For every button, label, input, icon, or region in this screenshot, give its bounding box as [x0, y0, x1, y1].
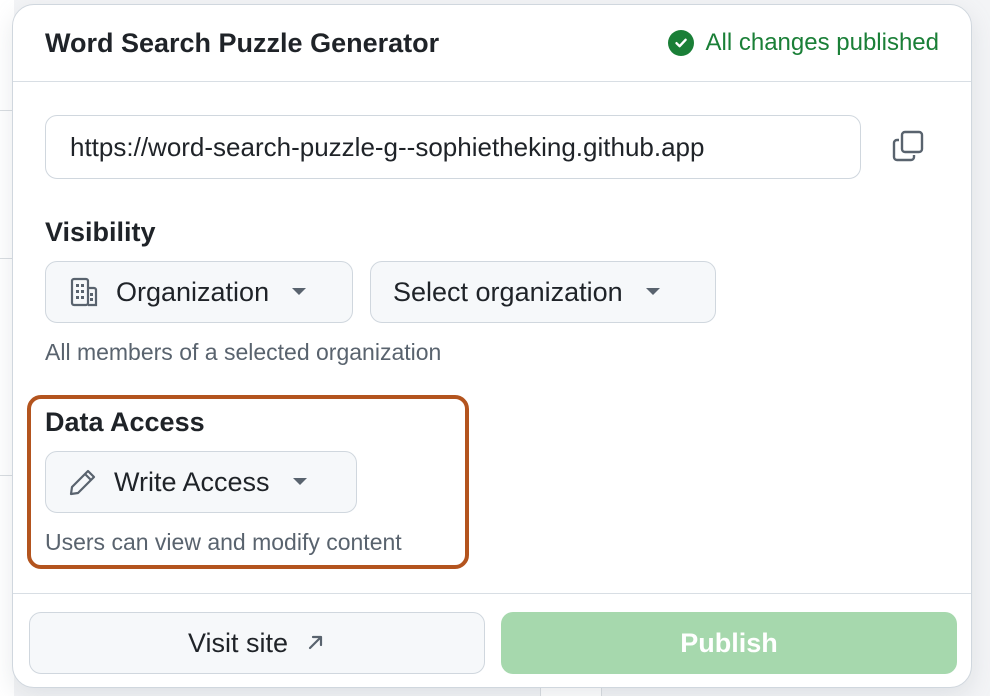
- site-url-field[interactable]: [45, 115, 861, 179]
- visibility-selected: Organization: [116, 276, 270, 307]
- pencil-icon: [68, 467, 98, 497]
- app-title: Word Search Puzzle Generator: [45, 28, 440, 58]
- copy-url-button[interactable]: [883, 125, 933, 171]
- data-access-hint: Users can view and modify content: [45, 529, 402, 555]
- panel-header: Word Search Puzzle Generator All changes…: [13, 5, 971, 82]
- triangle-down-icon: [645, 287, 661, 297]
- publish-button[interactable]: Publish: [501, 612, 957, 674]
- data-access-label: Data Access: [45, 407, 205, 437]
- data-access-selected: Write Access: [114, 466, 270, 497]
- arrow-up-right-icon: [306, 628, 326, 659]
- publish-label: Publish: [680, 627, 778, 658]
- copy-icon: [891, 129, 925, 168]
- organization-icon: [68, 276, 100, 308]
- visibility-label: Visibility: [45, 217, 156, 247]
- visibility-hint: All members of a selected organization: [45, 339, 442, 365]
- publish-status-text: All changes published: [705, 29, 940, 56]
- visit-site-label: Visit site: [187, 627, 289, 658]
- data-access-dropdown[interactable]: Write Access: [45, 451, 357, 513]
- publish-status: All changes published: [667, 29, 940, 57]
- visit-site-button[interactable]: Visit site: [29, 612, 485, 674]
- triangle-down-icon: [292, 477, 308, 487]
- publish-panel: Word Search Puzzle Generator All changes…: [12, 4, 972, 688]
- organization-dropdown[interactable]: Select organization: [370, 261, 716, 323]
- triangle-down-icon: [291, 287, 307, 297]
- panel-footer: Visit site Publish: [13, 593, 971, 687]
- visibility-dropdown[interactable]: Organization: [45, 261, 353, 323]
- check-circle-icon: [667, 30, 694, 56]
- organization-select-label: Select organization: [393, 276, 623, 307]
